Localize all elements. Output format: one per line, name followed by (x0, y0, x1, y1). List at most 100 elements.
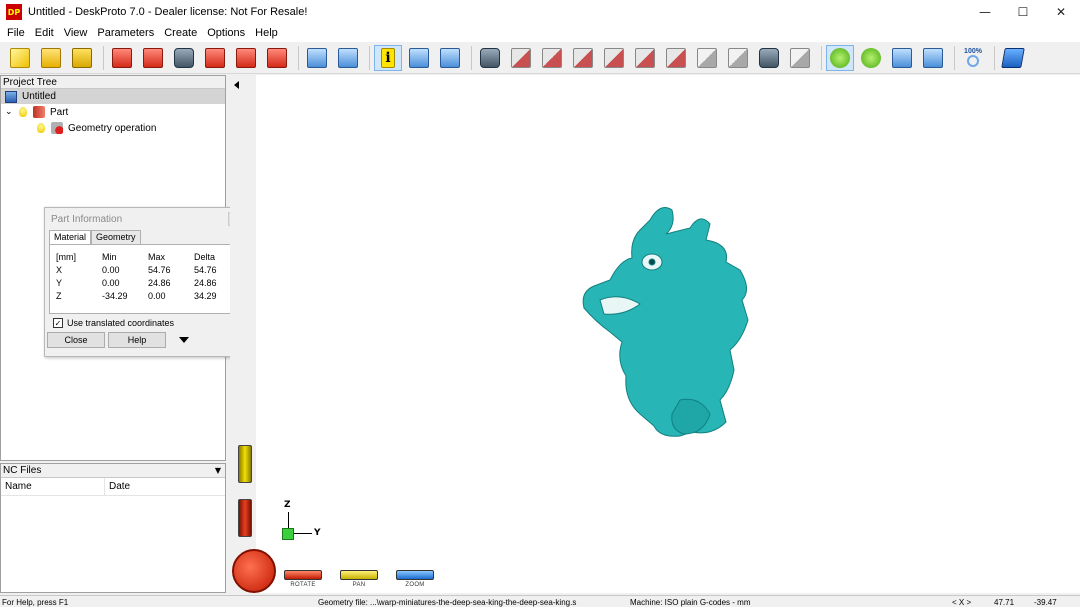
rotate-control[interactable]: ROTATE (284, 570, 322, 588)
maximize-button[interactable]: ☐ (1004, 0, 1042, 24)
dimensions-panel: [mm] Min Max Delta X 0.00 54.76 54.76 Y … (49, 244, 241, 314)
tab-material[interactable]: Material (49, 230, 92, 244)
rotate-slider[interactable] (238, 499, 252, 537)
menu-parameters[interactable]: Parameters (92, 27, 159, 39)
drawing-button[interactable] (232, 45, 260, 71)
zoom-100-label: 100% (964, 48, 982, 55)
save-project-button[interactable] (68, 45, 96, 71)
vector-icon (205, 47, 225, 68)
menu-help[interactable]: Help (250, 27, 283, 39)
viewport-control-strip (230, 75, 256, 593)
column-header-date[interactable]: Date (105, 481, 130, 492)
open-project-button[interactable] (37, 45, 65, 71)
expand-arrow-icon[interactable] (179, 337, 189, 343)
status-bar: For Help, press F1 Geometry file: ...\wa… (0, 595, 1080, 607)
cube-iso-icon (697, 47, 717, 68)
checkbox-box[interactable]: ✓ (53, 318, 63, 328)
new-star-icon (10, 47, 30, 68)
new-project-button[interactable] (6, 45, 34, 71)
column-header-name[interactable]: Name (1, 478, 105, 495)
zoom-window-button[interactable] (919, 45, 947, 71)
tab-geometry[interactable]: Geometry (91, 230, 141, 244)
tree-item-part[interactable]: ⌄ Part (1, 104, 225, 120)
dialog-title-bar[interactable]: Part Information (45, 208, 245, 230)
pan-mode-button[interactable] (857, 45, 885, 71)
3d-viewport[interactable]: Z Y ROTATE PAN ZOOM (230, 75, 1080, 593)
pan-control[interactable]: PAN (340, 570, 378, 588)
minimize-button[interactable]: — (966, 0, 1004, 24)
close-button[interactable]: Close (47, 332, 105, 348)
menu-view[interactable]: View (59, 27, 93, 39)
dimensions-table: [mm] Min Max Delta X 0.00 54.76 54.76 Y … (56, 251, 234, 302)
table-cell: 54.76 (148, 265, 171, 275)
rotate-dial[interactable] (232, 549, 276, 593)
collapse-left-icon[interactable] (234, 81, 239, 89)
help-book-button[interactable] (999, 45, 1027, 71)
render-button[interactable] (755, 45, 783, 71)
cube-iso2-icon (728, 47, 748, 68)
nc-files-header[interactable]: NC Files ▼ (1, 464, 225, 478)
expand-chevron-icon[interactable]: ⌄ (5, 107, 19, 117)
rotate-mode-button[interactable] (826, 44, 854, 71)
zoom-100-button[interactable]: 100% (959, 45, 987, 71)
tree-item-geometry-operation[interactable]: Geometry operation (1, 120, 225, 136)
view-top-button[interactable] (631, 45, 659, 71)
zoom-control[interactable]: ZOOM (396, 570, 434, 588)
view-iso-button[interactable] (693, 45, 721, 71)
vector-button[interactable] (201, 45, 229, 71)
menu-file[interactable]: File (2, 27, 30, 39)
visibility-bulb-icon[interactable] (19, 107, 27, 117)
visibility-bulb-icon[interactable] (37, 123, 45, 133)
axis-z-label: Z (284, 500, 291, 510)
pan-bar[interactable] (340, 570, 378, 580)
help-book-icon (1001, 47, 1025, 68)
dialog-tabs: Material Geometry (45, 230, 245, 244)
menu-options[interactable]: Options (202, 27, 250, 39)
mode-controls: ROTATE PAN ZOOM (284, 570, 452, 588)
load-part-button[interactable] (108, 45, 136, 71)
load-part-icon (112, 47, 132, 68)
view-bottom-button[interactable] (662, 45, 690, 71)
export-icon (267, 47, 287, 68)
view-back-button[interactable] (538, 45, 566, 71)
export-button[interactable] (263, 45, 291, 71)
part-information-button[interactable]: i (374, 44, 402, 71)
table-header: Min (102, 252, 117, 262)
render-settings-button[interactable] (786, 45, 814, 71)
toolbar-separator (298, 45, 299, 70)
cube-back-icon (542, 47, 562, 68)
toolbar-separator (103, 45, 104, 70)
toolpath-preview-button[interactable] (303, 45, 331, 71)
view-left-button[interactable] (569, 45, 597, 71)
camera-view-button[interactable] (476, 45, 504, 71)
zoom-100-icon (967, 55, 979, 67)
cube-left-icon (573, 47, 593, 68)
dialog-buttons: Close Help (45, 332, 245, 348)
toolbar-separator (994, 45, 995, 70)
3d-model[interactable] (580, 200, 760, 440)
zoom-mode-button[interactable] (888, 45, 916, 71)
pan-slider[interactable] (238, 445, 252, 483)
view-front-button[interactable] (507, 45, 535, 71)
status-machine: Machine: ISO plain G-codes - mm (630, 598, 751, 607)
dropdown-arrow-icon[interactable]: ▼ (215, 466, 221, 475)
nc-files-title: NC Files (3, 465, 42, 476)
view-settings-button[interactable] (436, 45, 464, 71)
menu-create[interactable]: Create (159, 27, 202, 39)
view-iso2-button[interactable] (724, 45, 752, 71)
use-translated-coordinates-checkbox[interactable]: ✓ Use translated coordinates (45, 314, 245, 332)
tree-item-untitled[interactable]: Untitled (1, 89, 225, 104)
layout-button[interactable] (405, 45, 433, 71)
close-window-button[interactable]: ✕ (1042, 0, 1080, 24)
zoom-bar[interactable] (396, 570, 434, 580)
rotate-bar[interactable] (284, 570, 322, 580)
menu-edit[interactable]: Edit (30, 27, 59, 39)
status-y-coordinate: -39.47 (1034, 598, 1057, 607)
table-cell: Y (56, 278, 63, 288)
bitmap-button[interactable] (170, 45, 198, 71)
view-right-button[interactable] (600, 45, 628, 71)
inspect-button[interactable] (334, 45, 362, 71)
help-button[interactable]: Help (108, 332, 166, 348)
part-params-button[interactable] (139, 45, 167, 71)
project-tree-header: Project Tree (1, 76, 225, 89)
